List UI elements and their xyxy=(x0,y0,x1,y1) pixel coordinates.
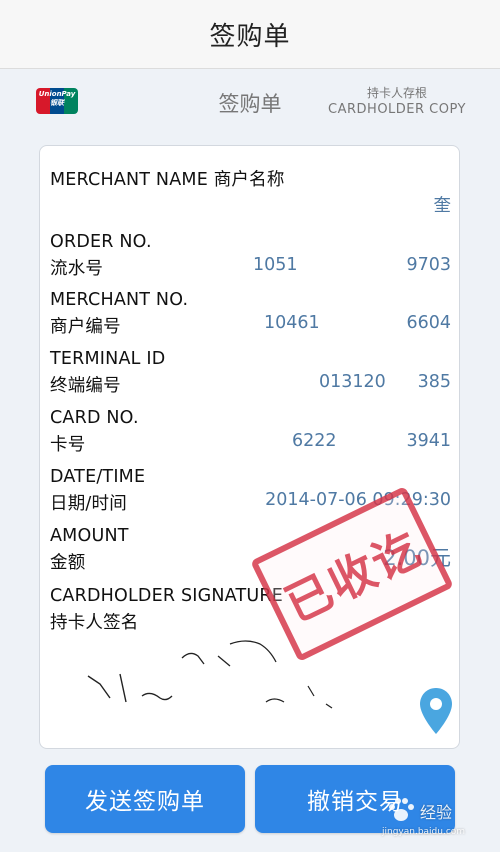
order-no-label-en: ORDER NO. xyxy=(50,232,152,252)
unionpay-logo-icon: UnionPay 银联 xyxy=(36,88,78,114)
cardholder-copy-en: CARDHOLDER COPY xyxy=(328,102,466,117)
order-no-value-start: 1051 xyxy=(253,255,298,275)
merchant-no-label-cn: 商户编号 xyxy=(50,317,121,337)
merchant-name-label: MERCHANT NAME 商户名称 xyxy=(50,170,285,190)
watermark-url: jingyan.baidu.com xyxy=(382,827,466,837)
card-no-label-en: CARD NO. xyxy=(50,408,139,428)
receipt-card: MERCHANT NAME 商户名称 奎 ORDER NO. 流水号 1051 … xyxy=(39,145,460,749)
signature-scribble-icon xyxy=(87,640,333,709)
page-title: 签购单 xyxy=(209,21,291,52)
datetime-value: 2014-07-06 09:29:30 xyxy=(265,490,451,510)
top-bar: 签购单 xyxy=(0,0,500,69)
signature-label-en: CARDHOLDER SIGNATURE xyxy=(50,586,284,606)
card-no-value-start: 6222 xyxy=(292,431,337,451)
terminal-id-label-cn: 终端编号 xyxy=(50,376,121,396)
card-no-label-cn: 卡号 xyxy=(50,435,86,455)
watermark: 经验 jingyan.baidu.com xyxy=(380,795,490,847)
card-no-value-end: 3941 xyxy=(406,431,451,451)
paw-icon xyxy=(389,798,414,821)
send-receipt-button[interactable]: 发送签购单 xyxy=(45,765,245,833)
receipt-title: 签购单 xyxy=(218,92,282,116)
watermark-text: 经验 xyxy=(420,803,453,822)
amount-label-en: AMOUNT xyxy=(50,526,129,546)
terminal-id-label-en: TERMINAL ID xyxy=(50,349,166,369)
terminal-id-value-start: 013120 xyxy=(319,372,386,392)
paid-stamp-text: 已收讫 xyxy=(276,520,430,633)
merchant-no-value-start: 10461 xyxy=(264,313,320,333)
merchant-no-label-en: MERCHANT NO. xyxy=(50,290,189,310)
terminal-id-value-end: 385 xyxy=(417,372,451,392)
order-no-value-end: 9703 xyxy=(406,255,451,275)
datetime-label-en: DATE/TIME xyxy=(50,467,146,487)
location-pin-icon[interactable] xyxy=(418,686,454,736)
cardholder-copy-label: 持卡人存根 CARDHOLDER COPY xyxy=(328,84,466,117)
order-no-label-cn: 流水号 xyxy=(50,259,104,279)
signature-label-cn: 持卡人签名 xyxy=(50,613,139,633)
amount-label-cn: 金额 xyxy=(50,553,86,573)
merchant-name-value: 奎 xyxy=(433,196,452,216)
datetime-label-cn: 日期/时间 xyxy=(50,494,127,514)
receipt-header: UnionPay 银联 签购单 持卡人存根 CARDHOLDER COPY xyxy=(0,70,500,136)
unionpay-logo-text: UnionPay 银联 xyxy=(38,90,76,107)
cardholder-copy-cn: 持卡人存根 xyxy=(367,86,428,100)
merchant-no-value-end: 6604 xyxy=(406,313,451,333)
